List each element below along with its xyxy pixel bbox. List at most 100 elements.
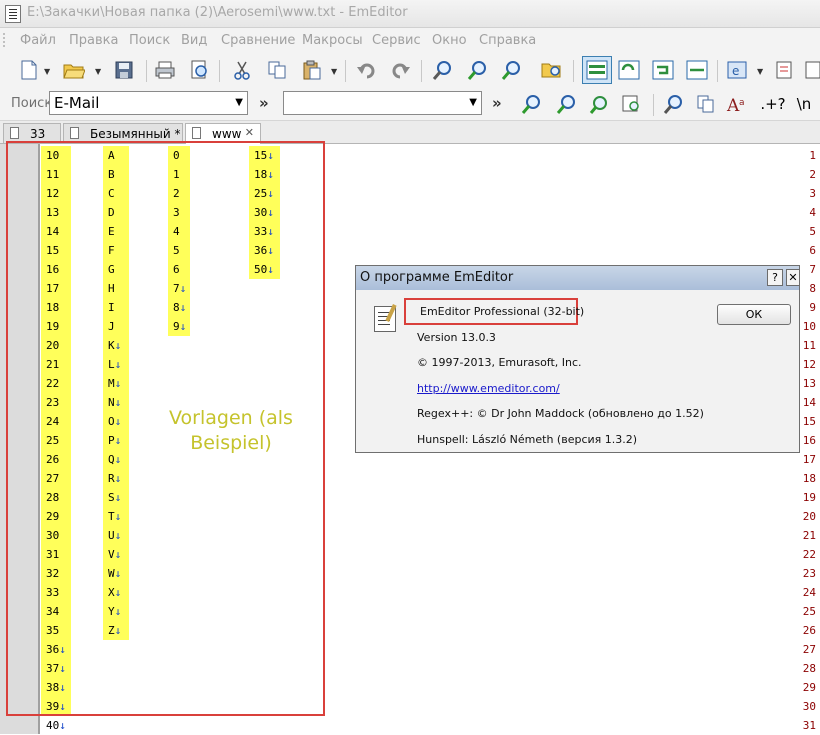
copyright-text: © 1997-2013, Emurasoft, Inc.	[417, 356, 582, 369]
line-number: 15	[802, 415, 816, 428]
escape-sequence-button[interactable]: \n	[792, 91, 816, 117]
find-in-files-icon[interactable]	[539, 57, 565, 83]
line-number: 9	[809, 301, 816, 314]
toolbar-separator	[219, 60, 220, 82]
line-number: 7	[809, 263, 816, 276]
line-number: 20	[802, 510, 816, 523]
line-number: 18	[802, 472, 816, 485]
close-button[interactable]: ✕	[786, 269, 800, 286]
cut-icon[interactable]	[229, 57, 255, 83]
line-number: 28	[802, 662, 816, 675]
notes-icon[interactable]	[772, 57, 798, 83]
line-number: 6	[809, 244, 816, 257]
line-number: 8	[809, 282, 816, 295]
line-number: 27	[802, 643, 816, 656]
line-number: 26	[802, 624, 816, 637]
line-number: 4	[809, 206, 816, 219]
line-number: 5	[809, 225, 816, 238]
highlight-search-icon[interactable]	[660, 91, 686, 117]
product-highlight-box: EmEditor Professional (32-bit)	[404, 298, 584, 325]
document-icon	[10, 127, 19, 139]
no-wrap-icon[interactable]	[684, 57, 710, 83]
website-link[interactable]: http://www.emeditor.com/	[417, 382, 560, 395]
menu-macros[interactable]: Макросы	[302, 33, 363, 48]
line-number: 22	[802, 548, 816, 561]
line-number: 19	[802, 491, 816, 504]
more-tools-icon[interactable]	[803, 57, 820, 83]
line-number: 2	[809, 168, 816, 181]
encoding-icon[interactable]: e	[725, 57, 751, 83]
copy-icon[interactable]	[264, 57, 290, 83]
print-preview-icon[interactable]	[187, 57, 213, 83]
undo-icon[interactable]	[353, 57, 379, 83]
title-bar: E:\Закачки\Новая папка (2)\Aerosemi\www.…	[0, 0, 820, 28]
help-button[interactable]: ?	[767, 269, 783, 286]
ok-button[interactable]: ОК	[717, 304, 791, 325]
toolbar-separator	[653, 94, 654, 116]
new-dropdown-icon[interactable]: ▼	[44, 67, 50, 76]
second-search-input[interactable]: ▼	[283, 91, 482, 115]
hunspell-credit-text: Hunspell: László Németh (версия 1.3.2)	[417, 433, 638, 446]
find-icon[interactable]	[429, 57, 455, 83]
menu-view[interactable]: Вид	[181, 33, 207, 48]
paste-icon[interactable]	[299, 57, 325, 83]
line-number: 25	[802, 605, 816, 618]
emeditor-app-icon	[374, 306, 396, 332]
replace-icon[interactable]	[586, 91, 612, 117]
find-prev-icon[interactable]	[498, 57, 524, 83]
print-icon[interactable]	[152, 57, 178, 83]
svg-text:a: a	[739, 98, 745, 108]
line-number: 23	[802, 567, 816, 580]
menu-compare[interactable]: Сравнение	[221, 33, 295, 48]
wrap-by-char-icon[interactable]	[650, 57, 676, 83]
menu-file[interactable]: Файл	[20, 33, 56, 48]
line-number: 30	[802, 700, 816, 713]
new-file-icon[interactable]	[16, 57, 42, 83]
dialog-title-bar: О программе EmEditor ? ✕	[356, 266, 800, 290]
menu-help[interactable]: Справка	[479, 33, 536, 48]
find-in-selection-icon[interactable]	[619, 91, 645, 117]
find-next-icon[interactable]	[518, 91, 544, 117]
chevron-down-icon[interactable]: ▼	[235, 97, 243, 108]
toolbar-separator	[421, 60, 422, 82]
search-input-value: E-Mail	[54, 94, 100, 112]
search-bar: Поиск E-Mail ▼ » ▼ » Aa .+? \n	[0, 88, 820, 121]
find-prev-icon[interactable]	[553, 91, 579, 117]
regex-credit-text: Regex++: © Dr John Maddock (обновлено до…	[417, 407, 704, 420]
encoding-dropdown-icon[interactable]: ▼	[757, 67, 763, 76]
open-folder-icon[interactable]	[61, 57, 87, 83]
wrap-by-window-icon[interactable]	[616, 57, 642, 83]
menu-bar: Файл Правка Поиск Вид Сравнение Макросы …	[0, 28, 820, 52]
match-case-icon[interactable]: Aa	[725, 91, 751, 117]
regex-button[interactable]: .+?	[758, 91, 788, 117]
menu-search[interactable]: Поиск	[129, 33, 170, 48]
main-toolbar: ▼ ▼ ▼ e ▼	[0, 52, 820, 88]
tab-label: www	[212, 127, 242, 141]
version-text: Version 13.0.3	[417, 331, 496, 344]
menu-grip	[3, 33, 8, 47]
toolbar-separator	[146, 60, 147, 82]
line-number: 11	[802, 339, 816, 352]
chevron-double-icon[interactable]: »	[492, 94, 502, 112]
line-number: 31	[802, 719, 816, 732]
menu-edit[interactable]: Правка	[69, 33, 118, 48]
tab-33[interactable]: 33	[3, 123, 61, 143]
tab-untitled[interactable]: Безымянный *	[63, 123, 183, 143]
newline-mark: ↓	[59, 719, 66, 732]
svg-text:e: e	[732, 64, 739, 78]
search-label: Поиск	[11, 96, 53, 111]
search-input[interactable]: E-Mail ▼	[49, 91, 248, 115]
close-icon[interactable]: ✕	[245, 126, 254, 139]
word-wrap-icon[interactable]	[582, 56, 612, 84]
save-icon[interactable]	[111, 57, 137, 83]
find-next-icon[interactable]	[464, 57, 490, 83]
chevron-down-icon[interactable]: ▼	[469, 97, 477, 108]
menu-tools[interactable]: Сервис	[372, 33, 421, 48]
copy-search-icon[interactable]	[693, 91, 719, 117]
chevron-double-icon[interactable]: »	[259, 94, 269, 112]
document-icon	[192, 127, 201, 139]
menu-window[interactable]: Окно	[432, 33, 467, 48]
paste-dropdown-icon[interactable]: ▼	[331, 67, 337, 76]
open-dropdown-icon[interactable]: ▼	[95, 67, 101, 76]
redo-icon[interactable]	[388, 57, 414, 83]
